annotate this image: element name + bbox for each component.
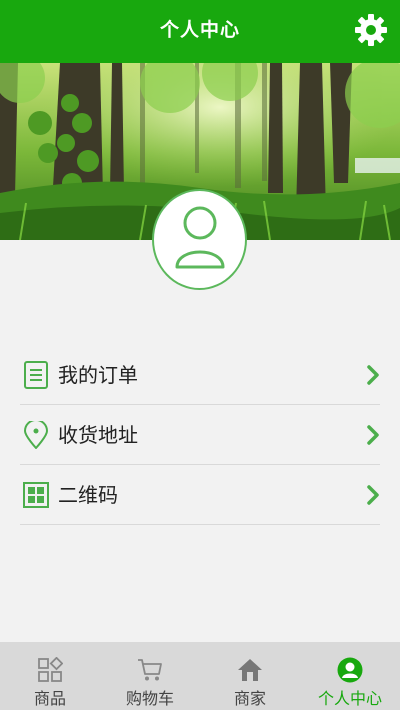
tab-products[interactable]: 商品 (0, 642, 100, 710)
gear-icon (355, 14, 387, 46)
tab-label: 商品 (33, 689, 66, 708)
location-pin-icon (23, 421, 49, 449)
settings-button[interactable] (354, 13, 388, 47)
menu-item-label: 收货地址 (58, 423, 138, 447)
menu-item-label: 二维码 (58, 483, 118, 507)
tab-label: 商家 (233, 689, 266, 708)
tab-merchant[interactable]: 商家 (200, 642, 300, 710)
tab-label: 购物车 (125, 689, 174, 708)
grid-icon (38, 657, 63, 682)
chevron-right-icon (367, 485, 379, 505)
user-icon (175, 206, 225, 269)
cart-icon (138, 659, 162, 681)
home-icon (238, 659, 262, 681)
profile-icon (337, 657, 363, 683)
tab-label: 个人中心 (317, 689, 382, 708)
header-bar: 个人中心 (0, 0, 400, 63)
menu-list: 我的订单 收货地址 二维码 (20, 345, 380, 525)
tab-profile[interactable]: 个人中心 (300, 642, 400, 710)
qr-code-icon (23, 482, 49, 508)
bottom-tab-bar: 商品 购物车 商家 个人中心 (0, 642, 400, 710)
avatar[interactable] (152, 189, 247, 290)
page-title: 个人中心 (159, 19, 240, 41)
tab-cart[interactable]: 购物车 (100, 642, 200, 710)
menu-item-label: 我的订单 (58, 363, 138, 387)
chevron-right-icon (367, 365, 379, 385)
menu-item-orders[interactable]: 我的订单 (20, 345, 380, 405)
chevron-right-icon (367, 425, 379, 445)
menu-item-qrcode[interactable]: 二维码 (20, 465, 380, 525)
document-list-icon (24, 361, 48, 389)
menu-item-address[interactable]: 收货地址 (20, 405, 380, 465)
